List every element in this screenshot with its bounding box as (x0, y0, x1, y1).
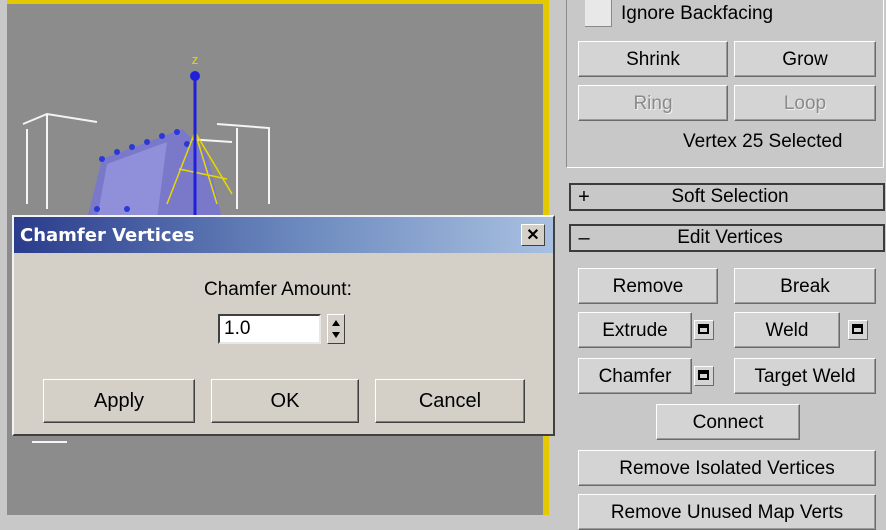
chamfer-amount-spinner[interactable] (327, 314, 345, 344)
ignore-backfacing-checkbox[interactable] (585, 0, 612, 27)
rollout-title: Soft Selection (671, 186, 789, 207)
extrude-settings-icon[interactable] (694, 320, 714, 340)
apply-button[interactable]: Apply (43, 379, 195, 423)
close-icon[interactable]: ✕ (521, 224, 545, 246)
spinner-down-icon[interactable] (332, 332, 340, 338)
edit-vertices-rollout[interactable]: – Edit Vertices (569, 224, 885, 252)
weld-settings-icon[interactable] (848, 320, 868, 340)
ok-button[interactable]: OK (211, 379, 359, 423)
spinner-up-icon[interactable] (332, 320, 340, 326)
extrude-button[interactable]: Extrude (578, 312, 692, 348)
remove-isolated-vertices-button[interactable]: Remove Isolated Vertices (578, 450, 876, 486)
break-button[interactable]: Break (734, 268, 876, 304)
chamfer-settings-icon[interactable] (694, 366, 714, 386)
command-panel: Ignore Backfacing Shrink Grow Ring Loop … (549, 0, 886, 530)
remove-button[interactable]: Remove (578, 268, 718, 304)
cancel-button[interactable]: Cancel (375, 379, 525, 423)
dialog-title: Chamfer Vertices (20, 224, 195, 246)
grow-button[interactable]: Grow (734, 41, 876, 77)
shrink-button[interactable]: Shrink (578, 41, 728, 77)
loop-button[interactable]: Loop (734, 85, 876, 121)
connect-button[interactable]: Connect (656, 404, 800, 440)
ring-button[interactable]: Ring (578, 85, 728, 121)
soft-selection-rollout[interactable]: + Soft Selection (569, 183, 885, 211)
selection-status: Vertex 25 Selected (683, 131, 843, 152)
target-weld-button[interactable]: Target Weld (734, 358, 876, 394)
z-axis-handle[interactable] (190, 71, 200, 81)
chamfer-button[interactable]: Chamfer (578, 358, 692, 394)
expand-icon: + (578, 185, 590, 208)
chamfer-amount-input[interactable]: 1.0 (218, 314, 321, 344)
dialog-titlebar[interactable]: Chamfer Vertices ✕ (14, 217, 553, 253)
chamfer-vertices-dialog: Chamfer Vertices ✕ Chamfer Amount: 1.0 A… (12, 215, 555, 436)
remove-unused-map-verts-button[interactable]: Remove Unused Map Verts (578, 494, 876, 530)
collapse-icon: – (578, 226, 590, 249)
weld-button[interactable]: Weld (734, 312, 840, 348)
ignore-backfacing-label: Ignore Backfacing (621, 3, 774, 24)
chamfer-amount-label: Chamfer Amount: (204, 279, 352, 300)
z-axis-label: z (192, 52, 199, 67)
rollout-title: Edit Vertices (677, 227, 783, 248)
